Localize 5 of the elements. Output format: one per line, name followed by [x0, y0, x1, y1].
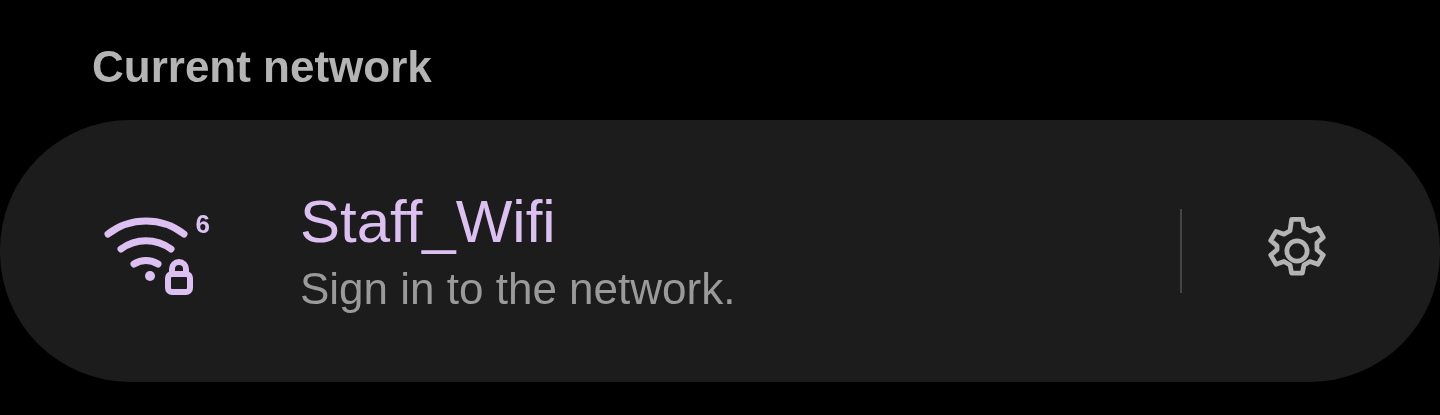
network-status: Sign in to the network. — [300, 263, 736, 315]
network-card[interactable]: 6 Staff_Wifi Sign in to the network. — [0, 120, 1440, 382]
section-heading: Current network — [92, 41, 432, 93]
network-name: Staff_Wifi — [300, 187, 556, 257]
wifi-standard-label: 6 — [195, 210, 210, 238]
